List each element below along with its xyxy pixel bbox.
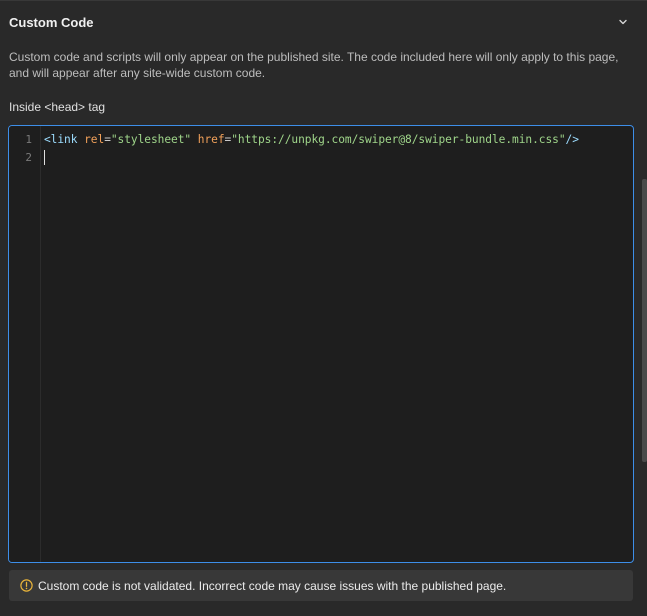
code-token-close: /> xyxy=(565,133,579,146)
code-token-attribute: rel xyxy=(84,133,105,146)
chevron-down-icon[interactable] xyxy=(617,16,629,28)
custom-code-panel: Custom Code Custom code and scripts will… xyxy=(0,0,647,616)
code-token-string: "stylesheet" xyxy=(110,133,192,146)
validation-warning: Custom code is not validated. Incorrect … xyxy=(9,570,633,601)
section-description: Custom code and scripts will only appear… xyxy=(9,50,619,80)
code-token-attribute: href xyxy=(197,133,225,146)
line-number-gutter: 1 2 xyxy=(9,126,41,562)
code-token-tag: <link xyxy=(44,133,78,146)
code-token-string: "https://unpkg.com/swiper@8/swiper-bundl… xyxy=(231,133,566,146)
head-code-editor[interactable]: 1 2 <link rel="stylesheet" href="https:/… xyxy=(8,125,634,563)
section-title: Custom Code xyxy=(9,14,94,30)
code-area[interactable]: <link rel="stylesheet" href="https://unp… xyxy=(44,126,633,562)
code-token-equals: = xyxy=(104,133,111,146)
line-number: 2 xyxy=(25,151,32,164)
warning-circle-icon xyxy=(20,579,33,592)
text-cursor xyxy=(44,150,45,165)
line-number: 1 xyxy=(25,133,32,146)
warning-text: Custom code is not validated. Incorrect … xyxy=(38,578,507,593)
code-line: <link rel="stylesheet" href="https://unp… xyxy=(44,133,579,146)
custom-code-section-header[interactable]: Custom Code xyxy=(0,1,641,43)
head-tag-label: Inside <head> tag xyxy=(9,100,106,114)
panel-scrollbar[interactable] xyxy=(642,179,647,462)
